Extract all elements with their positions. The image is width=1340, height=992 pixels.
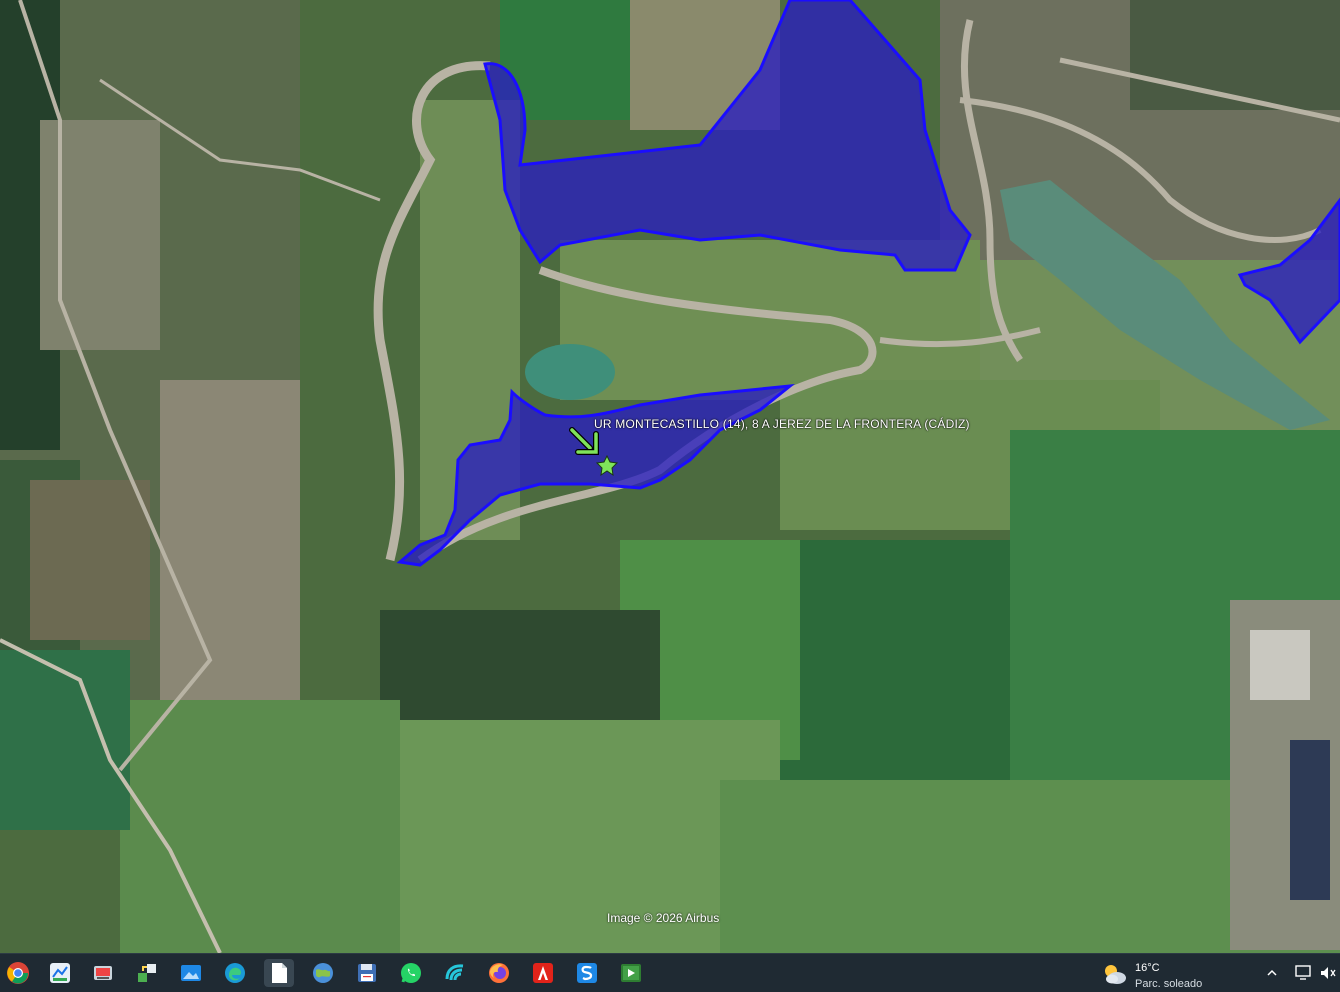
volume-icon[interactable] bbox=[1318, 963, 1338, 983]
map-imagery bbox=[0, 0, 1340, 953]
google-earth-icon[interactable] bbox=[308, 959, 338, 987]
acrobat-icon[interactable] bbox=[528, 959, 558, 987]
wave-app-icon[interactable] bbox=[440, 959, 470, 987]
screenshot-tool-icon[interactable] bbox=[88, 959, 118, 987]
photos-icon[interactable] bbox=[176, 959, 206, 987]
partly-sunny-icon bbox=[1105, 965, 1126, 984]
whatsapp-icon[interactable] bbox=[396, 959, 426, 987]
media-player-icon[interactable] bbox=[616, 959, 646, 987]
edge-icon[interactable] bbox=[220, 959, 250, 987]
map-app-icon[interactable] bbox=[45, 959, 75, 987]
save-disk-icon[interactable] bbox=[352, 959, 382, 987]
weather-temperature: 16°C bbox=[1135, 962, 1160, 974]
chrome-icon[interactable] bbox=[3, 959, 33, 987]
s-app-icon[interactable] bbox=[572, 959, 602, 987]
imagery-attribution: Image © 2026 Airbus bbox=[607, 911, 720, 925]
firefox-icon[interactable] bbox=[484, 959, 514, 987]
satellite-map[interactable]: UR MONTECASTILLO (14), 8 A JEREZ DE LA F… bbox=[0, 0, 1340, 953]
chevron-up-icon[interactable] bbox=[1262, 963, 1282, 983]
taskbar: 16°C Parc. soleado bbox=[0, 953, 1340, 992]
network-share-icon[interactable] bbox=[132, 959, 162, 987]
weather-condition: Parc. soleado bbox=[1135, 978, 1203, 990]
document-icon[interactable] bbox=[264, 959, 294, 987]
network-icon[interactable] bbox=[1294, 963, 1314, 983]
placemark-label[interactable]: UR MONTECASTILLO (14), 8 A JEREZ DE LA F… bbox=[594, 417, 970, 431]
